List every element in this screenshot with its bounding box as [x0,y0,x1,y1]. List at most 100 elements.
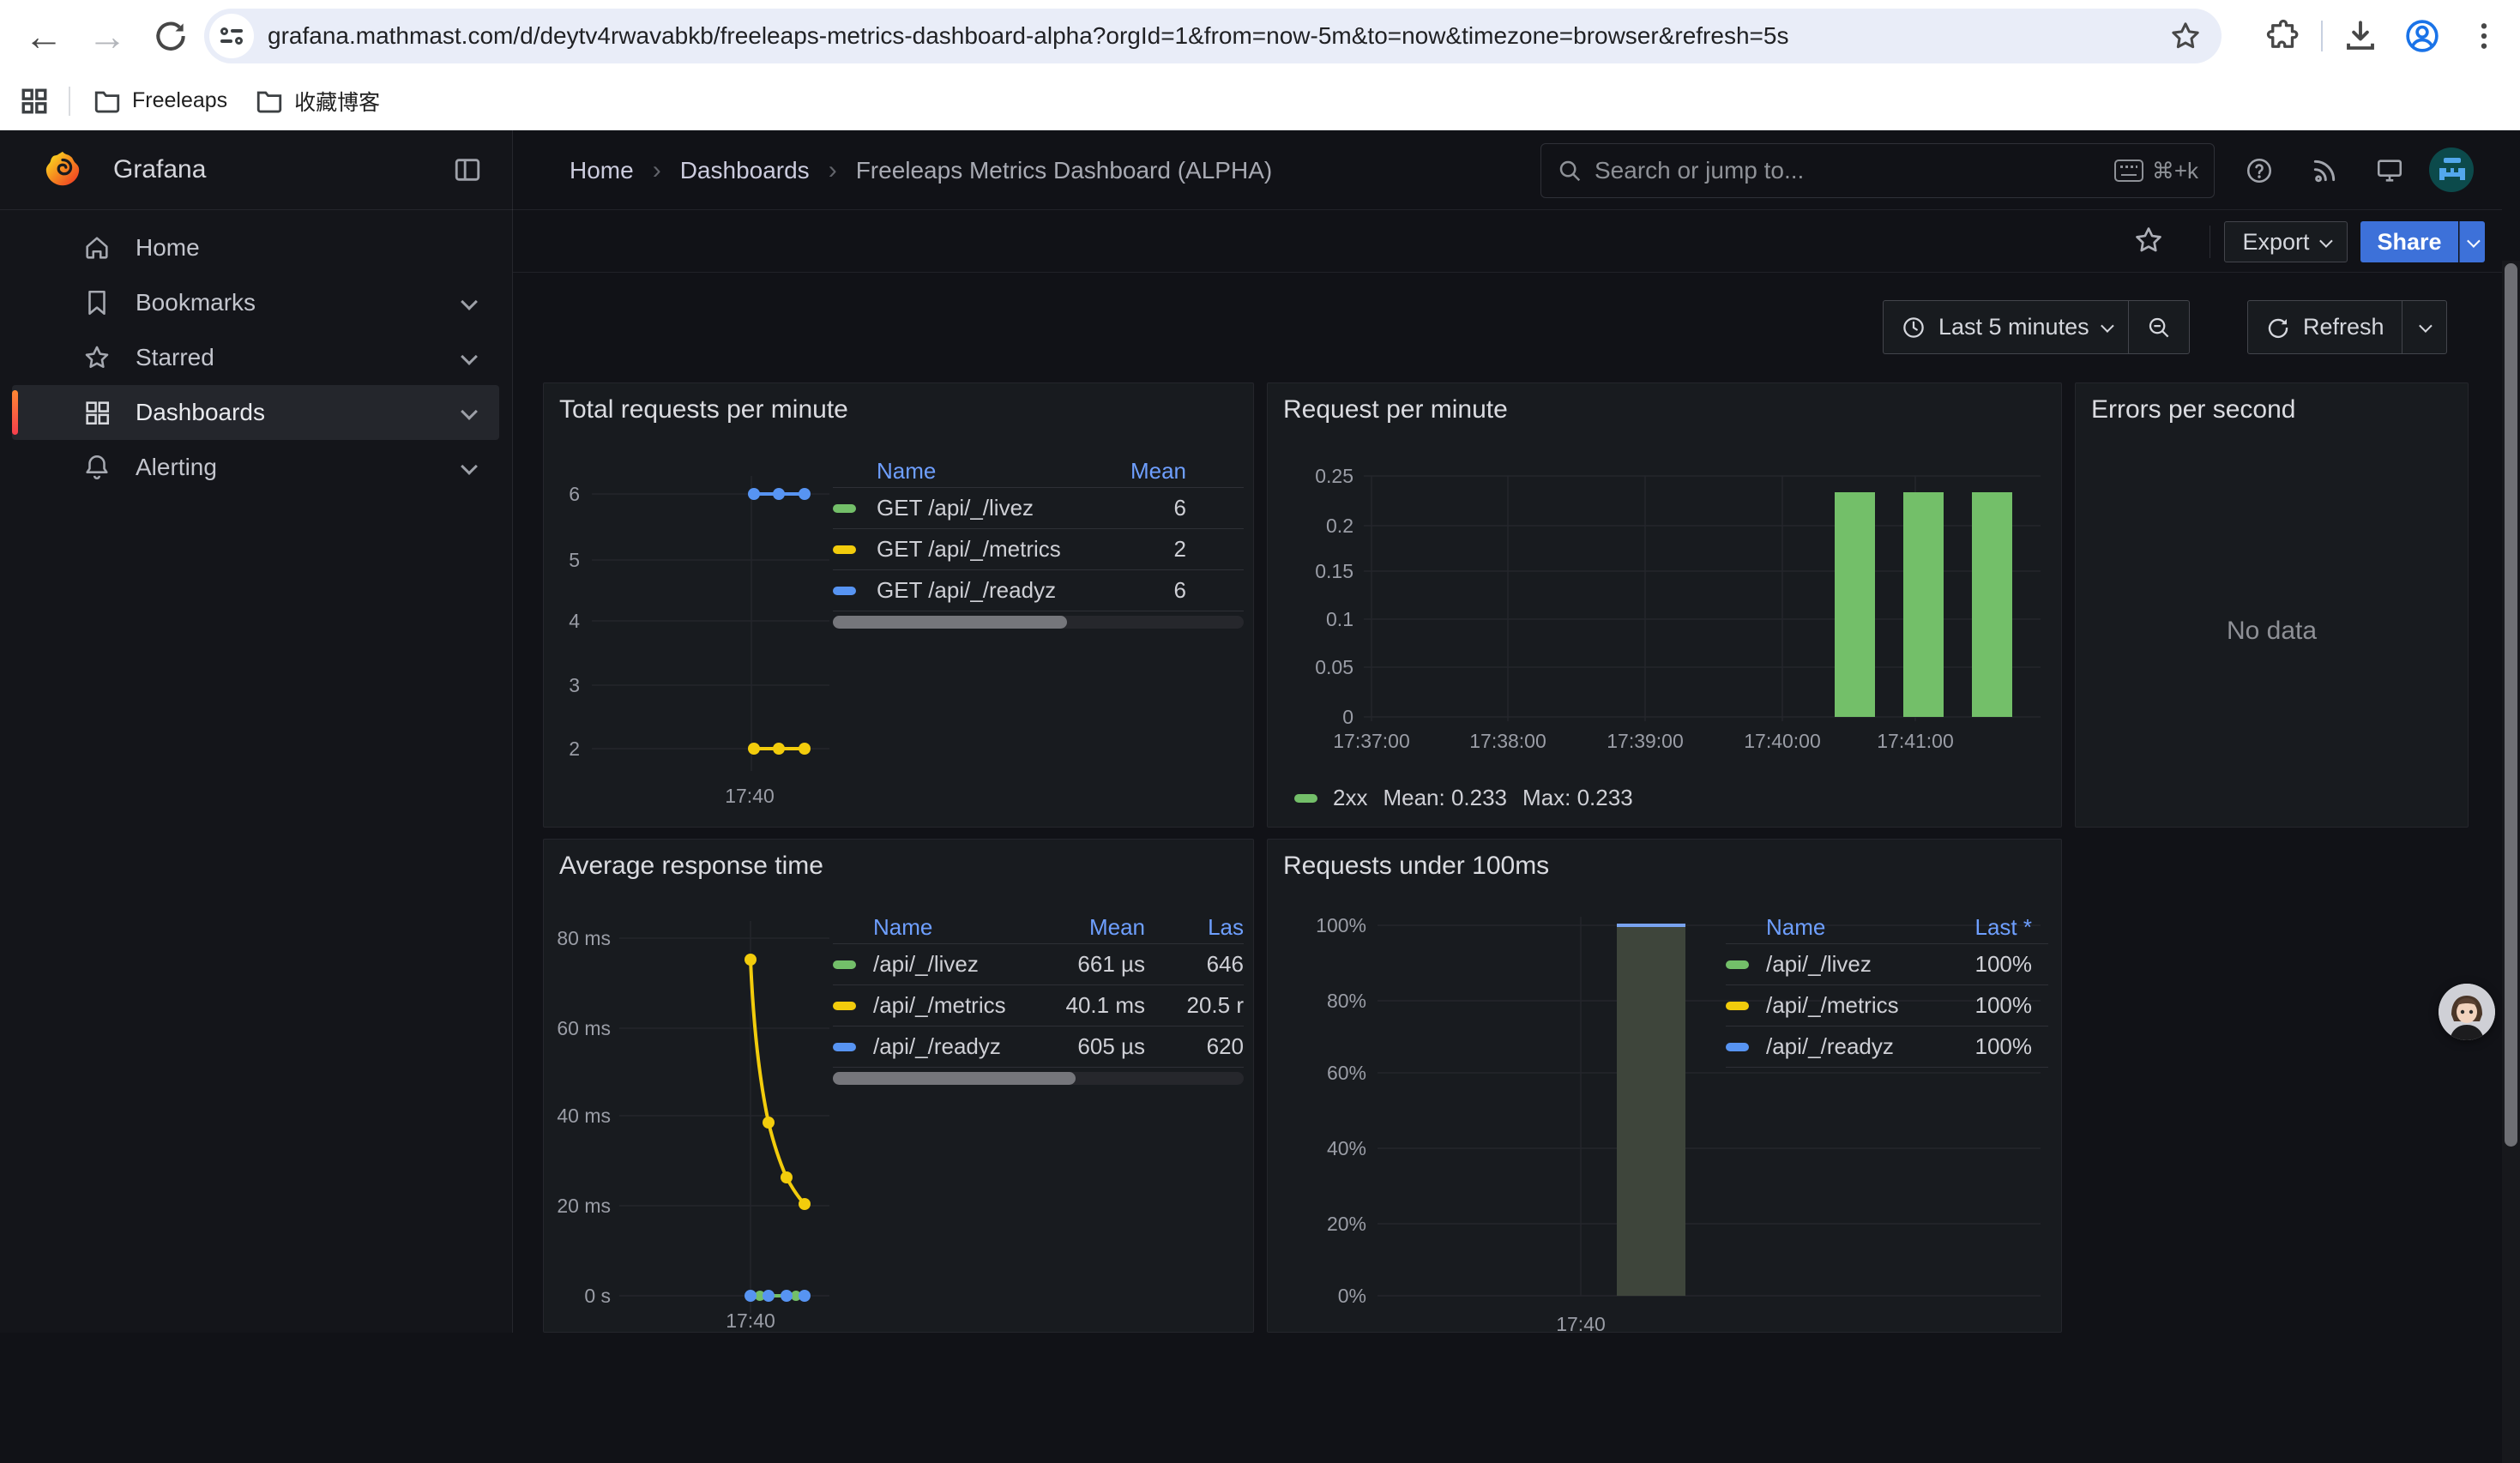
chevron-down-icon[interactable] [461,293,478,310]
legend-row[interactable]: /api/_/readyz 605 µs 620 [833,1027,1244,1068]
legend-scrollbar[interactable] [833,1072,1244,1085]
legend-row[interactable]: GET /api/_/metrics 2 [833,529,1244,570]
search-input[interactable] [1595,157,2114,184]
bookmark-icon [82,288,112,317]
bookmark-star-icon[interactable] [2155,5,2216,67]
panel-total-requests[interactable]: Total requests per minute 6 5 4 3 2 17:4… [543,382,1254,828]
legend-row[interactable]: /api/_/metrics 40.1 ms 20.5 r [833,985,1244,1027]
panel-title[interactable]: Errors per second [2091,395,2295,424]
x-tick: 17:40 [1538,1313,1624,1333]
keyboard-icon [2114,160,2143,182]
monitor-icon[interactable] [2364,130,2415,210]
series-swatch-green[interactable] [1294,794,1317,803]
dock-menu-icon[interactable] [453,155,482,184]
sidebar-item-home[interactable]: Home [12,220,499,275]
profile-icon[interactable] [2391,5,2453,67]
series-swatch-green[interactable] [833,504,856,513]
search-box[interactable]: ⌘+k [1540,143,2215,198]
refresh-interval-button[interactable] [2402,301,2446,353]
legend-col-name[interactable]: Name [873,914,1016,941]
panel-average-response-time[interactable]: Average response time 80 ms 60 ms 40 ms … [543,839,1254,1333]
legend-row[interactable]: GET /api/_/livez 6 [833,488,1244,529]
brand-row: Grafana [0,130,513,210]
bookmark-folder-freeleaps[interactable]: Freeleaps [79,80,241,123]
chevron-down-icon [2419,319,2433,333]
scrollbar-thumb[interactable] [2505,263,2517,1147]
floating-avatar[interactable] [2439,984,2495,1040]
refresh-button[interactable]: Refresh [2248,301,2402,353]
export-button[interactable]: Export [2224,221,2348,262]
series-swatch-blue[interactable] [1726,1043,1749,1051]
time-range-button[interactable]: Last 5 minutes [1884,301,2128,353]
series-swatch-yellow[interactable] [833,1002,856,1010]
apps-grid-icon[interactable] [9,70,60,132]
series-swatch-green[interactable] [1726,960,1749,969]
breadcrumb-current: Freeleaps Metrics Dashboard (ALPHA) [856,157,1273,184]
legend-col-name[interactable]: Name [1766,914,1916,941]
main-content: Home › Dashboards › Freeleaps Metrics Da… [513,130,2502,1333]
search-shortcut: ⌘+k [2114,158,2198,184]
legend-row[interactable]: /api/_/livez 661 µs 646 [833,944,1244,985]
forward-icon[interactable]: → [75,13,139,59]
chevron-down-icon[interactable] [461,403,478,420]
legend-col-last[interactable]: Last * [1933,914,2032,941]
legend-row[interactable]: /api/_/readyz 100% [1726,1027,2048,1068]
legend-col-mean[interactable]: Mean [1083,458,1186,485]
bookmark-label: Freeleaps [132,88,227,113]
panel-request-per-minute[interactable]: Request per minute 0.25 0.2 0.15 0.1 0.0… [1267,382,2062,828]
bookmarks-bar: Freeleaps 收藏博客 [0,72,2520,130]
chevron-down-icon[interactable] [461,348,478,365]
legend-row[interactable]: /api/_/livez 100% [1726,944,2048,985]
panel-errors-per-second[interactable]: Errors per second No data [2075,382,2469,828]
chevron-down-icon[interactable] [461,458,478,475]
series-swatch-yellow[interactable] [1726,1002,1749,1010]
series-swatch-yellow[interactable] [833,545,856,554]
legend-col-mean[interactable]: Mean [1034,914,1145,941]
series-swatch-blue[interactable] [833,1043,856,1051]
legend-row[interactable]: /api/_/metrics 100% [1726,985,2048,1027]
legend-col-last[interactable]: Las [1162,914,1244,941]
sidebar-item-starred[interactable]: Starred [12,330,499,385]
toolbar-divider [2321,21,2323,51]
top-nav: Home › Dashboards › Freeleaps Metrics Da… [513,130,2502,210]
reload-icon[interactable] [139,17,202,55]
legend-table: Name Last * /api/_/livez 100% /api/_/met… [1726,912,2048,1068]
back-icon[interactable]: ← [12,13,75,59]
sidebar-item-alerting[interactable]: Alerting [12,440,499,495]
user-avatar[interactable] [2429,148,2474,192]
time-picker-group: Last 5 minutes [1883,300,2190,354]
site-settings-icon[interactable] [209,14,254,58]
dashboards-grid-icon [82,398,112,427]
sidebar-item-bookmarks[interactable]: Bookmarks [12,275,499,330]
downloads-icon[interactable] [2330,5,2391,67]
legend-scrollbar[interactable] [833,616,1244,629]
legend-col-name[interactable]: Name [877,458,1063,485]
chevron-down-icon [2467,234,2481,248]
extensions-icon[interactable] [2252,5,2314,67]
url-bar[interactable] [204,9,2222,63]
favorite-star-icon[interactable] [2132,224,2165,261]
legend-row[interactable]: GET /api/_/readyz 6 [833,570,1244,611]
series-swatch-blue[interactable] [833,587,856,595]
brand-label[interactable]: Grafana [113,155,206,184]
legend-series-name[interactable]: 2xx [1333,785,1367,811]
share-button[interactable]: Share [2360,221,2458,262]
bookmark-folder-blogs[interactable]: 收藏博客 [241,79,394,123]
legend-table: Name Mean Las /api/_/livez 661 µs 646 /a… [833,912,1244,1085]
panel-requests-under-100ms[interactable]: Requests under 100ms 100% 80% 60% 40% 20… [1267,839,2062,1333]
page-scrollbar[interactable] [2502,261,2520,1463]
series-swatch-green[interactable] [833,960,856,969]
sidebar-item-dashboards[interactable]: Dashboards [12,385,499,440]
star-icon [82,343,112,372]
url-input[interactable] [268,22,2155,50]
breadcrumb-dashboards[interactable]: Dashboards [680,157,810,184]
share-menu-button[interactable] [2459,221,2485,262]
x-tick: 17:38:00 [1456,730,1559,753]
grafana-logo-icon[interactable] [43,150,82,190]
browser-menu-icon[interactable] [2453,5,2515,67]
x-tick: 17:41:00 [1864,730,1967,753]
news-rss-icon[interactable] [2299,130,2350,210]
help-icon[interactable] [2234,130,2285,210]
zoom-out-button[interactable] [2128,301,2189,353]
breadcrumb-home[interactable]: Home [570,157,634,184]
